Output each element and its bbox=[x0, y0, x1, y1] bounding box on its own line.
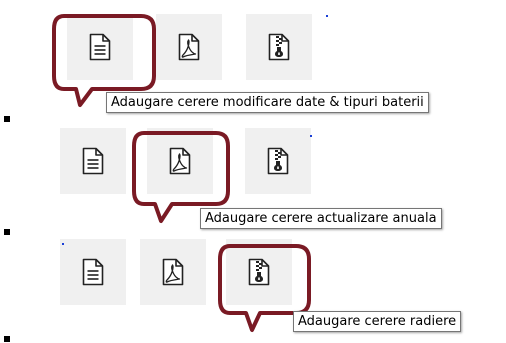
zip-button[interactable] bbox=[245, 128, 311, 194]
list-bullet bbox=[4, 336, 10, 342]
pdf-icon bbox=[177, 33, 201, 61]
document-button[interactable] bbox=[60, 128, 126, 194]
marker-dot bbox=[310, 135, 312, 137]
marker-dot bbox=[62, 243, 64, 245]
document-button[interactable] bbox=[60, 239, 126, 305]
zip-icon bbox=[266, 147, 290, 175]
document-icon bbox=[88, 33, 112, 61]
pdf-button[interactable] bbox=[140, 239, 206, 305]
pdf-button[interactable] bbox=[156, 14, 222, 80]
list-bullet bbox=[4, 116, 10, 122]
document-icon bbox=[81, 258, 105, 286]
zip-icon bbox=[267, 33, 291, 61]
tooltip: Adaugare cerere modificare date & tipuri… bbox=[106, 92, 429, 113]
pdf-icon bbox=[161, 258, 185, 286]
pdf-icon bbox=[168, 147, 192, 175]
list-bullet bbox=[4, 229, 10, 235]
pdf-button[interactable] bbox=[147, 128, 213, 194]
zip-icon bbox=[247, 258, 271, 286]
tooltip: Adaugare cerere actualizare anuala bbox=[200, 208, 442, 229]
zip-button[interactable] bbox=[226, 239, 292, 305]
tooltip: Adaugare cerere radiere bbox=[293, 311, 462, 332]
zip-button[interactable] bbox=[246, 14, 312, 80]
marker-dot bbox=[326, 15, 328, 17]
document-button[interactable] bbox=[67, 14, 133, 80]
document-icon bbox=[81, 147, 105, 175]
